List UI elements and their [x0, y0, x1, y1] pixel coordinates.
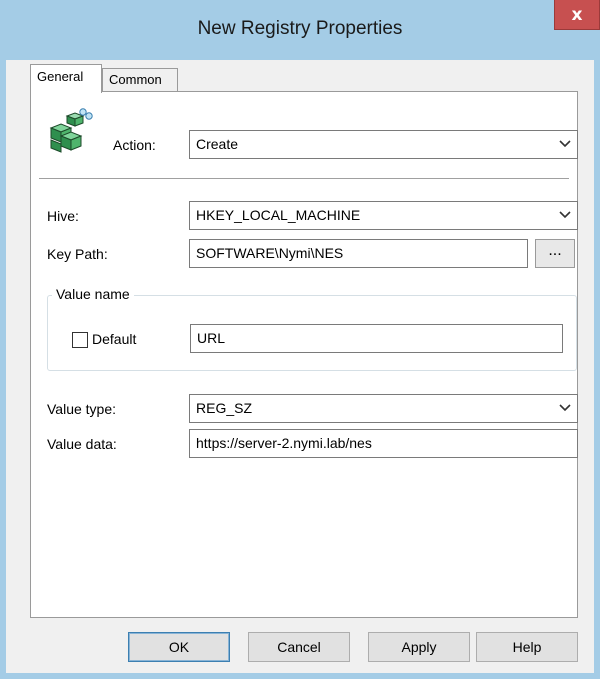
title-bar[interactable]: New Registry Properties x [0, 0, 600, 60]
value-data-input[interactable]: https://server-2.nymi.lab/nes [189, 429, 578, 458]
value-type-label: Value type: [47, 401, 117, 417]
value-type-value: REG_SZ [196, 400, 253, 416]
hive-select[interactable]: HKEY_LOCAL_MACHINE [189, 201, 578, 230]
cancel-button[interactable]: Cancel [248, 632, 350, 662]
default-label: Default [92, 331, 137, 347]
hive-label: Hive: [47, 208, 79, 224]
apply-button[interactable]: Apply [368, 632, 470, 662]
general-tab-panel: Action: Create Hive: HKEY_LOCAL_MACHINE … [30, 91, 578, 618]
action-select[interactable]: Create [189, 130, 578, 159]
action-label: Action: [113, 137, 156, 153]
value-type-select[interactable]: REG_SZ [189, 394, 578, 423]
close-button[interactable]: x [554, 0, 600, 30]
value-name-input[interactable]: URL [190, 324, 563, 353]
browse-key-button[interactable]: ... [535, 239, 575, 268]
value-name-group-title: Value name [52, 286, 134, 302]
value-data-label: Value data: [47, 436, 117, 452]
chevron-down-icon [559, 211, 571, 219]
tab-general[interactable]: General [30, 64, 102, 93]
section-divider [39, 178, 569, 179]
close-icon: x [571, 4, 583, 25]
key-path-label: Key Path: [47, 246, 108, 262]
default-checkbox[interactable] [72, 332, 88, 348]
registry-icon [49, 108, 93, 153]
hive-value: HKEY_LOCAL_MACHINE [196, 207, 361, 223]
value-name-group: Value name Default URL [47, 286, 577, 371]
dialog-window: New Registry Properties x General Common [0, 0, 600, 679]
key-path-input[interactable]: SOFTWARE\Nymi\NES [189, 239, 528, 268]
ok-button[interactable]: OK [128, 632, 230, 662]
help-button[interactable]: Help [476, 632, 578, 662]
chevron-down-icon [559, 140, 571, 148]
window-title: New Registry Properties [197, 18, 403, 39]
tab-common[interactable]: Common [102, 68, 178, 92]
chevron-down-icon [559, 404, 571, 412]
action-value: Create [196, 136, 239, 152]
